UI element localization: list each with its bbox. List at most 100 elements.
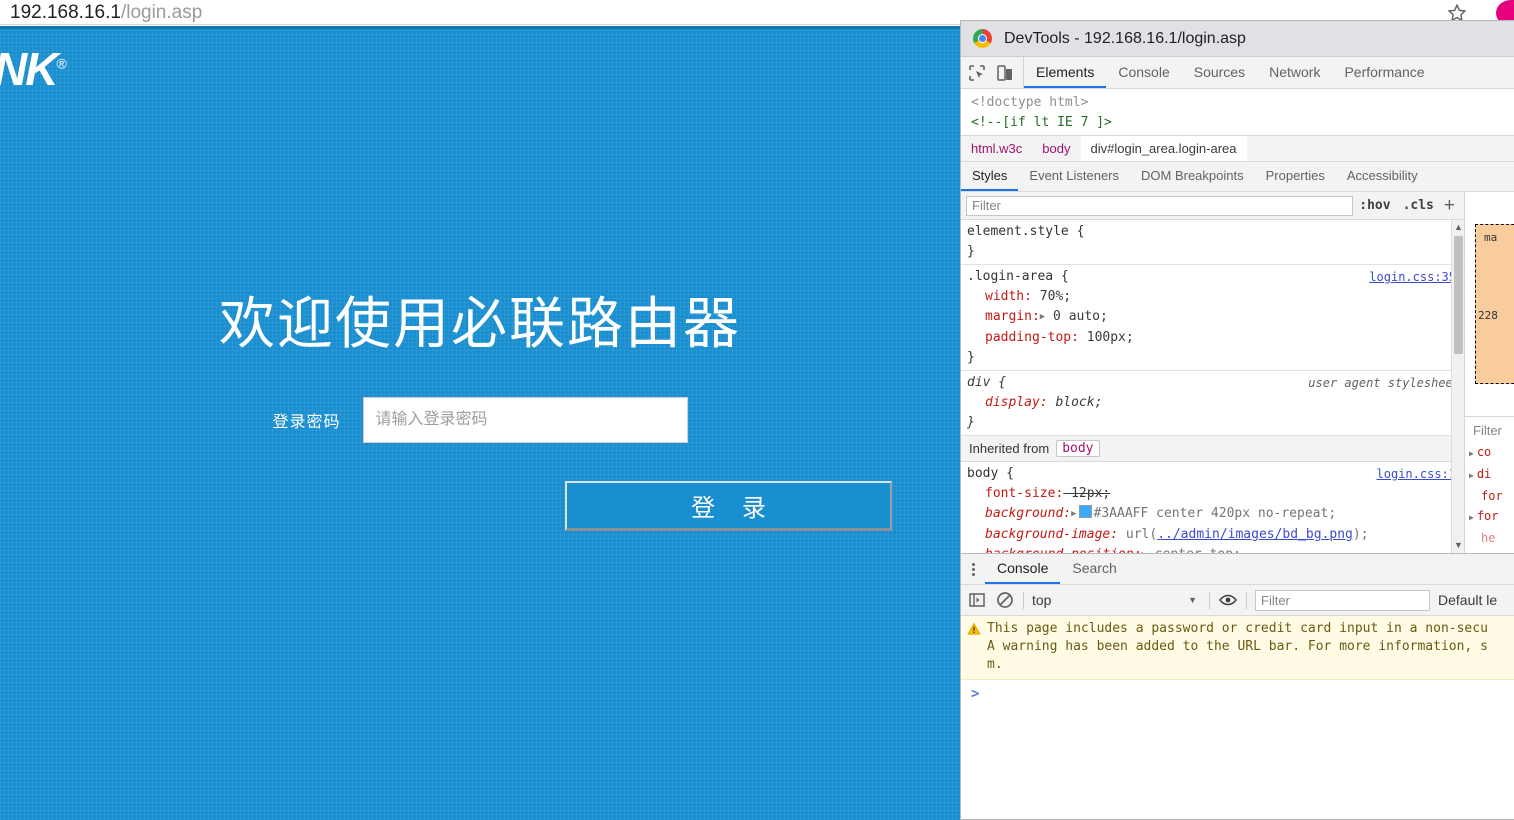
console-context-selector[interactable]: top ▼ xyxy=(1032,592,1201,608)
box-model-diagram[interactable]: ma 228 xyxy=(1475,224,1514,384)
computed-property-name: he xyxy=(1481,531,1496,545)
css-value: 0 auto; xyxy=(1045,309,1108,324)
dom-line-conditional[interactable]: <!--[if lt IE 7 ]> xyxy=(971,113,1514,133)
css-declaration: display: block; xyxy=(967,393,1464,413)
scroll-down-arrow-icon[interactable]: ▼ xyxy=(1454,541,1463,550)
computed-property-name: co xyxy=(1476,445,1492,459)
css-declaration-overridden[interactable]: font-size: 12px; xyxy=(967,484,1464,504)
tab-styles[interactable]: Styles xyxy=(961,162,1019,191)
css-source-link[interactable]: login.css:35 xyxy=(1369,267,1456,287)
inspect-element-icon[interactable] xyxy=(967,63,987,83)
computed-filter-input[interactable]: Filter xyxy=(1465,416,1514,442)
devtools-window: DevTools - 192.168.16.1/login.asp Elemen… xyxy=(960,20,1514,820)
inherited-from-row: Inherited from body xyxy=(961,436,1464,462)
password-input[interactable] xyxy=(362,397,688,443)
css-declaration[interactable]: width: 70%; xyxy=(967,287,1464,307)
computed-property-row[interactable]: ▶ for xyxy=(1465,506,1514,528)
css-property: margin: xyxy=(985,309,1040,324)
css-close-brace: } xyxy=(967,244,975,259)
css-source-link[interactable]: login.css:1 xyxy=(1377,464,1456,484)
inherited-from-label: Inherited from xyxy=(969,441,1050,456)
css-value: 100px; xyxy=(1078,330,1134,345)
css-declaration[interactable]: background:▶ #3AAAFF center 420px no-repe… xyxy=(967,504,1464,525)
device-toolbar-icon[interactable] xyxy=(995,63,1015,83)
dom-tree: <!doctype html> <!--[if lt IE 7 ]> xyxy=(961,89,1514,135)
css-rule-div-ua[interactable]: user agent stylesheet div { display: blo… xyxy=(961,371,1464,436)
console-output: This page includes a password or credit … xyxy=(961,616,1514,796)
chevron-down-icon: ▼ xyxy=(1188,595,1197,605)
styles-pane-scrollbar[interactable]: ▲ ▼ xyxy=(1451,220,1464,553)
css-value: center top; xyxy=(1147,547,1241,553)
drawer-tab-console[interactable]: Console xyxy=(985,554,1061,584)
dom-line-doctype[interactable]: <!doctype html> xyxy=(971,93,1514,113)
cls-toggle-button[interactable]: .cls xyxy=(1397,198,1440,213)
tab-event-listeners[interactable]: Event Listeners xyxy=(1018,162,1130,191)
css-property: background: xyxy=(985,506,1072,521)
breadcrumb-item-html[interactable]: html.w3c xyxy=(961,136,1032,161)
console-sidebar-icon[interactable] xyxy=(967,590,987,610)
new-style-rule-button[interactable]: + xyxy=(1440,196,1460,215)
css-rule-login-area[interactable]: login.css:35 .login-area { width: 70%; m… xyxy=(961,265,1464,371)
console-log-level-selector[interactable]: Default le xyxy=(1438,592,1497,608)
expand-arrow-icon[interactable]: ▶ xyxy=(1469,513,1474,522)
css-property: width: xyxy=(985,289,1032,304)
tab-elements[interactable]: Elements xyxy=(1024,57,1107,88)
hov-toggle-button[interactable]: :hov xyxy=(1353,198,1396,213)
tab-performance[interactable]: Performance xyxy=(1332,57,1436,88)
tab-sources[interactable]: Sources xyxy=(1182,57,1257,88)
computed-property-row[interactable]: he xyxy=(1465,528,1514,548)
css-image-url-link[interactable]: ../admin/images/bd_bg.png xyxy=(1157,527,1353,542)
css-declaration[interactable]: padding-top: 100px; xyxy=(967,328,1464,348)
address-bar-url[interactable]: 192.168.16.1/login.asp xyxy=(10,0,202,25)
color-swatch-icon[interactable] xyxy=(1078,505,1092,518)
breadcrumb-item-div[interactable]: div#login_area.login-area xyxy=(1080,136,1247,161)
tab-properties[interactable]: Properties xyxy=(1255,162,1336,191)
scroll-up-arrow-icon[interactable]: ▲ xyxy=(1454,223,1463,232)
css-rule-body[interactable]: login.css:1 body { font-size: 12px; back… xyxy=(961,462,1464,553)
computed-property-row[interactable]: ▶ co xyxy=(1465,442,1514,464)
clear-console-icon[interactable] xyxy=(995,590,1015,610)
login-button[interactable]: 登 录 xyxy=(565,481,892,531)
warning-line-2: A warning has been added to the URL bar.… xyxy=(987,639,1488,654)
inherited-from-tag[interactable]: body xyxy=(1056,440,1100,457)
css-rule-element-style[interactable]: element.style { } xyxy=(961,220,1464,265)
breadcrumb-item-body[interactable]: body xyxy=(1032,136,1080,161)
css-declaration[interactable]: margin:▶ 0 auto; xyxy=(967,307,1464,328)
screen-root: 192.168.16.1/login.asp NK® 欢迎使用必联路由器 登录密… xyxy=(0,0,1514,820)
css-declaration[interactable]: background-image: url(../admin/images/bd… xyxy=(967,525,1464,545)
extension-icon[interactable] xyxy=(1494,0,1514,22)
toolbar-divider xyxy=(1209,591,1210,609)
css-selector: element.style { xyxy=(967,224,1085,239)
user-agent-stylesheet-label: user agent stylesheet xyxy=(1308,376,1460,390)
css-property: display: xyxy=(985,395,1048,410)
tab-console[interactable]: Console xyxy=(1106,57,1181,88)
console-toolbar: top ▼ Default le xyxy=(961,585,1514,616)
expand-arrow-icon[interactable]: ▶ xyxy=(1469,471,1474,480)
console-filter-input[interactable] xyxy=(1255,589,1430,611)
tab-accessibility[interactable]: Accessibility xyxy=(1336,162,1429,191)
css-close-brace: } xyxy=(967,350,975,365)
more-options-icon[interactable] xyxy=(961,554,985,584)
url-path: /login.asp xyxy=(120,2,203,23)
tab-dom-breakpoints[interactable]: DOM Breakpoints xyxy=(1130,162,1255,191)
expand-arrow-icon[interactable]: ▶ xyxy=(1469,449,1474,458)
css-declaration[interactable]: background-position:▶ center top; xyxy=(967,545,1464,553)
computed-property-name: for xyxy=(1476,509,1499,523)
scrollbar-thumb[interactable] xyxy=(1454,236,1463,354)
computed-property-row[interactable]: for xyxy=(1465,486,1514,506)
css-property: font-size: xyxy=(985,486,1064,501)
toolbar-divider xyxy=(1023,591,1024,609)
expand-arrow-icon[interactable]: ▶ xyxy=(1071,504,1076,524)
tab-network[interactable]: Network xyxy=(1257,57,1332,88)
console-prompt[interactable]: > xyxy=(961,680,1514,702)
expand-arrow-icon[interactable]: ▶ xyxy=(1040,307,1045,327)
styles-filter-input[interactable] xyxy=(966,195,1354,216)
page-title: 欢迎使用必联路由器 xyxy=(219,292,741,355)
expand-arrow-icon[interactable]: ▶ xyxy=(1142,545,1147,553)
drawer-tab-search[interactable]: Search xyxy=(1060,554,1128,584)
console-warning-message[interactable]: This page includes a password or credit … xyxy=(961,616,1514,680)
css-value: #3AAAFF center 420px no-repeat; xyxy=(1093,506,1337,521)
computed-property-row[interactable]: ▶ di xyxy=(1465,464,1514,486)
css-value: 12px; xyxy=(1063,486,1111,501)
live-expression-eye-icon[interactable] xyxy=(1218,590,1238,610)
